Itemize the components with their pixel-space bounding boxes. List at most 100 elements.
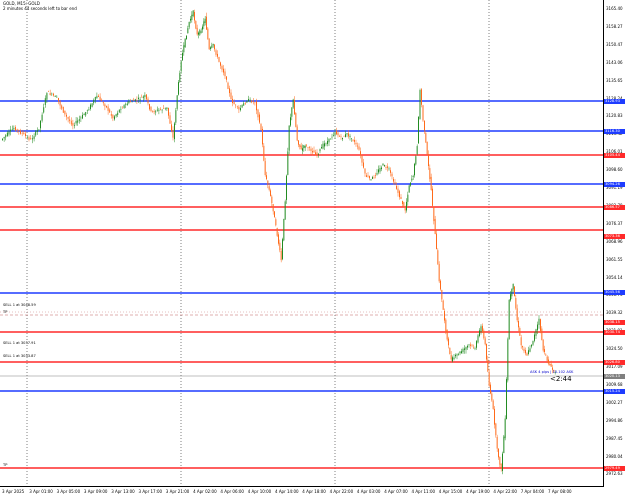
candle — [426, 141, 428, 155]
candle — [436, 229, 437, 250]
candle-body — [318, 153, 319, 155]
price-level-tag[interactable]: 3073.36 — [604, 234, 625, 239]
candle-body — [304, 145, 306, 148]
candle — [520, 334, 522, 349]
price-level-tag[interactable]: 3086.57 — [604, 205, 625, 210]
price-level-tag[interactable]: 3015.24 — [604, 389, 625, 394]
candle-body — [288, 125, 290, 151]
price-level-tag[interactable]: 3128.93 — [604, 99, 625, 104]
candle — [470, 342, 471, 350]
candle-body — [3, 137, 5, 139]
price-tick-label: 3098.60 — [606, 167, 623, 173]
candle-body — [424, 120, 425, 131]
candle-body — [169, 115, 171, 124]
time-tick-label: 3 Apr 01:00 — [29, 489, 53, 494]
candle-body — [30, 138, 32, 140]
candle — [160, 107, 161, 111]
candle-body — [313, 150, 315, 153]
candle — [534, 331, 535, 343]
candle — [72, 119, 74, 130]
candle-body — [407, 194, 409, 202]
candle-body — [107, 106, 109, 111]
price-level-tag[interactable]: 2979.49 — [604, 466, 625, 471]
candle-body — [150, 106, 152, 111]
candle-body — [195, 21, 197, 29]
time-tick-label: 4 Apr 22:00 — [329, 489, 354, 494]
candle — [3, 136, 5, 142]
candle-body — [516, 308, 518, 321]
price-tick-label: 3120.83 — [606, 113, 623, 119]
chart-window[interactable]: GOLD, M15: GOLD 2 minutes 44 seconds lef… — [0, 0, 625, 500]
candle — [310, 146, 312, 155]
candle — [419, 88, 421, 120]
price-chart-plot[interactable]: GOLD, M15: GOLD 2 minutes 44 seconds lef… — [0, 0, 604, 487]
candle — [528, 346, 529, 356]
candle-body — [473, 347, 474, 349]
candle-body — [85, 112, 87, 116]
price-tick-label: 3024.50 — [606, 346, 623, 352]
candle-body — [419, 90, 421, 119]
candle-body — [144, 94, 146, 98]
time-axis[interactable]: 3 Apr 2025 3 Apr 01:00 3 Apr 05:00 3 Apr 09… — [0, 487, 604, 500]
candle-body — [342, 137, 343, 140]
candle-body — [408, 185, 410, 193]
candle-body — [400, 196, 402, 200]
candle — [487, 355, 489, 373]
candle — [280, 248, 282, 263]
candle — [163, 104, 165, 109]
candle — [276, 227, 278, 238]
candle — [331, 133, 333, 140]
candle — [418, 116, 419, 144]
candle — [529, 345, 531, 353]
order-label-sell-3[interactable]: SELL 1 at 3033.87 — [3, 354, 36, 359]
candle-body — [436, 233, 437, 250]
candle — [58, 97, 59, 105]
candle — [275, 217, 277, 227]
price-level-tag[interactable]: 3038.15 — [604, 320, 625, 325]
price-level-tag[interactable]: 3045.56 — [604, 290, 625, 295]
candle-body — [15, 127, 16, 131]
candle-body — [390, 170, 391, 173]
candlestick-chart[interactable] — [0, 0, 604, 487]
price-tick-label: 2980.04 — [606, 453, 623, 459]
candle — [260, 122, 262, 131]
candle — [206, 12, 207, 30]
candle-body — [224, 71, 226, 77]
price-level-tag[interactable]: 3020.13 — [604, 374, 625, 379]
candle-body — [171, 124, 172, 132]
candle-body — [142, 96, 144, 98]
price-level-tag[interactable]: 3030.74 — [604, 330, 625, 335]
candle-body — [6, 132, 8, 136]
time-tick-label: 4 Apr 11:00 — [411, 489, 436, 494]
order-label-sell-2[interactable]: SELL 1 at 3037.91 — [3, 341, 36, 346]
order-label-sell-1[interactable]: SELL 1 at 3048.59 — [3, 303, 36, 308]
candle-body — [70, 120, 72, 125]
candle-body — [502, 453, 503, 472]
candle-body — [272, 204, 274, 212]
candle — [328, 138, 330, 147]
price-level-tag[interactable]: 3094.26 — [604, 182, 625, 187]
candle-body — [486, 343, 487, 360]
candle — [240, 104, 241, 112]
order-label-tp-bottom[interactable]: TP — [3, 463, 7, 468]
candle — [54, 95, 56, 97]
candle-body — [416, 146, 418, 154]
candle-body — [153, 111, 155, 113]
candle-body — [331, 136, 333, 138]
price-level-tag[interactable]: 3026.80 — [604, 360, 625, 365]
candle — [498, 448, 499, 460]
candle-body — [476, 341, 477, 348]
candle — [150, 106, 152, 113]
candle-body — [479, 330, 480, 337]
price-level-tag[interactable]: 3116.30 — [604, 129, 625, 134]
candle-body — [72, 122, 74, 126]
order-label-tp-1[interactable]: TP — [3, 310, 7, 315]
candle-body — [484, 338, 486, 345]
candle — [179, 70, 181, 83]
candle-body — [2, 138, 3, 140]
candle-body — [492, 400, 494, 409]
candle — [315, 149, 316, 156]
candle — [238, 105, 240, 114]
price-axis[interactable]: 3165.40 3158.27 3150.47 3143.06 3135.65 3128.… — [604, 0, 625, 487]
price-level-tag[interactable]: 3105.44 — [604, 153, 625, 158]
